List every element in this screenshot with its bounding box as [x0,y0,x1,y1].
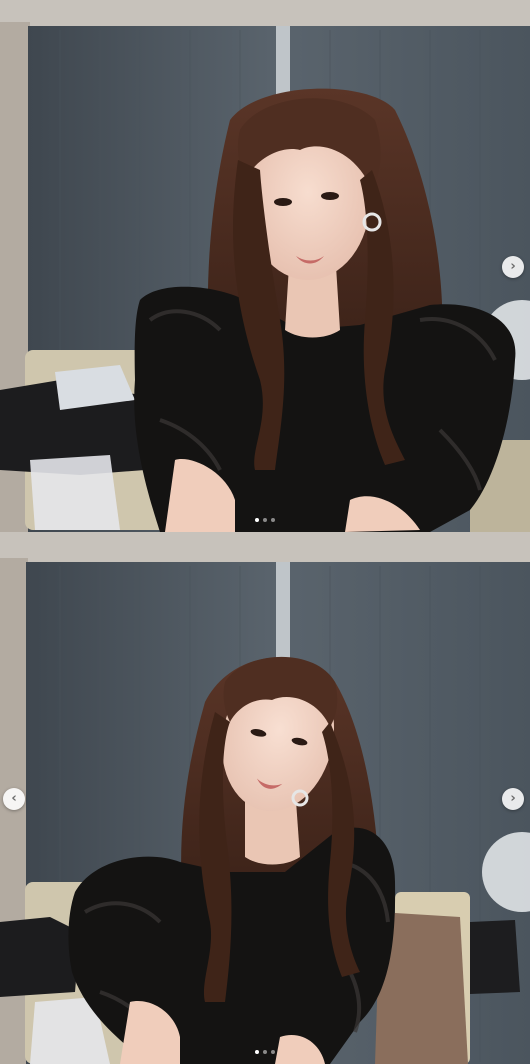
carousel-indicator-2 [0,1050,530,1054]
carousel-next-button-1[interactable]: › [502,256,524,278]
chevron-left-icon: ‹ [11,791,17,806]
carousel-dot [271,518,275,522]
chevron-right-icon: › [510,259,516,274]
carousel-post-1: › [0,0,530,532]
post-photo-1 [0,0,530,532]
carousel-post-2: ‹ › [0,532,530,1064]
carousel-dot [255,518,259,522]
carousel-dot [263,518,267,522]
carousel-dot [271,1050,275,1054]
carousel-dot [255,1050,259,1054]
carousel-dot [263,1050,267,1054]
post-photo-2 [0,532,530,1064]
carousel-prev-button-2[interactable]: ‹ [3,788,25,810]
carousel-next-button-2[interactable]: › [502,788,524,810]
chevron-right-icon: › [510,791,516,806]
carousel-indicator-1 [0,518,530,522]
